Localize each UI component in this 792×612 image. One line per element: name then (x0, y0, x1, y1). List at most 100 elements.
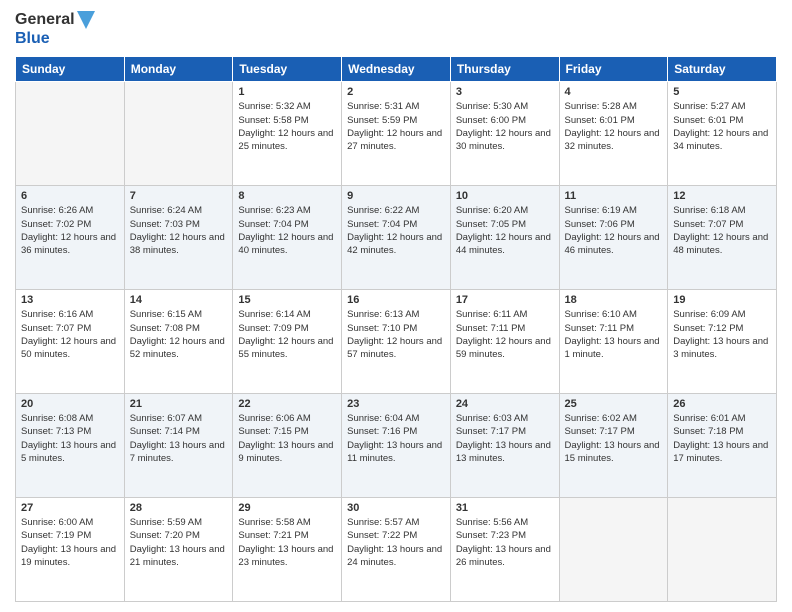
day-info: Sunrise: 5:30 AM Sunset: 6:00 PM Dayligh… (456, 100, 554, 153)
day-info: Sunrise: 5:31 AM Sunset: 5:59 PM Dayligh… (347, 100, 445, 153)
day-cell: 9 Sunrise: 6:22 AM Sunset: 7:04 PM Daylig… (342, 186, 451, 290)
day-number: 16 (347, 294, 445, 306)
day-info: Sunrise: 5:56 AM Sunset: 7:23 PM Dayligh… (456, 516, 554, 569)
day-cell: 14 Sunrise: 6:15 AM Sunset: 7:08 PM Dayli… (124, 290, 233, 394)
day-number: 25 (565, 398, 663, 410)
day-number: 22 (238, 398, 336, 410)
header-wednesday: Wednesday (342, 57, 451, 82)
logo-text: General Blue (15, 10, 95, 48)
day-info: Sunrise: 6:24 AM Sunset: 7:03 PM Dayligh… (130, 204, 228, 257)
day-info: Sunrise: 6:04 AM Sunset: 7:16 PM Dayligh… (347, 412, 445, 465)
day-info: Sunrise: 5:28 AM Sunset: 6:01 PM Dayligh… (565, 100, 663, 153)
header-monday: Monday (124, 57, 233, 82)
day-number: 13 (21, 294, 119, 306)
day-number: 31 (456, 502, 554, 514)
day-cell: 21 Sunrise: 6:07 AM Sunset: 7:14 PM Dayli… (124, 394, 233, 498)
day-info: Sunrise: 6:18 AM Sunset: 7:07 PM Dayligh… (673, 204, 771, 257)
day-cell: 1 Sunrise: 5:32 AM Sunset: 5:58 PM Daylig… (233, 82, 342, 186)
day-info: Sunrise: 6:14 AM Sunset: 7:09 PM Dayligh… (238, 308, 336, 361)
day-cell: 20 Sunrise: 6:08 AM Sunset: 7:13 PM Dayli… (16, 394, 125, 498)
day-cell: 2Sunrise: 5:31 AM Sunset: 5:59 PM Daylig… (342, 82, 451, 186)
day-number: 19 (673, 294, 771, 306)
day-info: Sunrise: 6:23 AM Sunset: 7:04 PM Dayligh… (238, 204, 336, 257)
day-cell: 19Sunrise: 6:09 AM Sunset: 7:12 PM Dayli… (668, 290, 777, 394)
day-number: 20 (21, 398, 119, 410)
day-cell: 15 Sunrise: 6:14 AM Sunset: 7:09 PM Dayli… (233, 290, 342, 394)
day-info: Sunrise: 6:06 AM Sunset: 7:15 PM Dayligh… (238, 412, 336, 465)
day-cell (16, 82, 125, 186)
day-cell: 30 Sunrise: 5:57 AM Sunset: 7:22 PM Dayli… (342, 498, 451, 602)
day-cell: 28 Sunrise: 5:59 AM Sunset: 7:20 PM Dayli… (124, 498, 233, 602)
day-info: Sunrise: 6:01 AM Sunset: 7:18 PM Dayligh… (673, 412, 771, 465)
day-cell: 4 Sunrise: 5:28 AM Sunset: 6:01 PM Daylig… (559, 82, 668, 186)
header-tuesday: Tuesday (233, 57, 342, 82)
day-info: Sunrise: 5:32 AM Sunset: 5:58 PM Dayligh… (238, 100, 336, 153)
day-info: Sunrise: 6:02 AM Sunset: 7:17 PM Dayligh… (565, 412, 663, 465)
day-info: Sunrise: 6:13 AM Sunset: 7:10 PM Dayligh… (347, 308, 445, 361)
week-row-2: 6 Sunrise: 6:26 AM Sunset: 7:02 PM Daylig… (16, 186, 777, 290)
day-cell: 7 Sunrise: 6:24 AM Sunset: 7:03 PM Daylig… (124, 186, 233, 290)
day-number: 29 (238, 502, 336, 514)
day-number: 8 (238, 190, 336, 202)
day-info: Sunrise: 6:22 AM Sunset: 7:04 PM Dayligh… (347, 204, 445, 257)
day-cell: 16 Sunrise: 6:13 AM Sunset: 7:10 PM Dayli… (342, 290, 451, 394)
day-info: Sunrise: 5:57 AM Sunset: 7:22 PM Dayligh… (347, 516, 445, 569)
day-number: 10 (456, 190, 554, 202)
header: General Blue (15, 10, 777, 48)
day-cell: 6 Sunrise: 6:26 AM Sunset: 7:02 PM Daylig… (16, 186, 125, 290)
day-number: 4 (565, 86, 663, 98)
day-cell: 13Sunrise: 6:16 AM Sunset: 7:07 PM Dayli… (16, 290, 125, 394)
day-number: 9 (347, 190, 445, 202)
logo-triangle-icon (77, 11, 95, 29)
day-number: 12 (673, 190, 771, 202)
day-number: 24 (456, 398, 554, 410)
day-cell: 11 Sunrise: 6:19 AM Sunset: 7:06 PM Dayli… (559, 186, 668, 290)
day-info: Sunrise: 6:08 AM Sunset: 7:13 PM Dayligh… (21, 412, 119, 465)
day-info: Sunrise: 6:10 AM Sunset: 7:11 PM Dayligh… (565, 308, 663, 361)
day-number: 11 (565, 190, 663, 202)
day-cell: 31 Sunrise: 5:56 AM Sunset: 7:23 PM Dayli… (450, 498, 559, 602)
day-cell (559, 498, 668, 602)
day-info: Sunrise: 6:19 AM Sunset: 7:06 PM Dayligh… (565, 204, 663, 257)
day-number: 7 (130, 190, 228, 202)
day-info: Sunrise: 6:07 AM Sunset: 7:14 PM Dayligh… (130, 412, 228, 465)
day-cell: 25 Sunrise: 6:02 AM Sunset: 7:17 PM Dayli… (559, 394, 668, 498)
day-cell: 29Sunrise: 5:58 AM Sunset: 7:21 PM Dayli… (233, 498, 342, 602)
day-cell: 26Sunrise: 6:01 AM Sunset: 7:18 PM Dayli… (668, 394, 777, 498)
day-number: 6 (21, 190, 119, 202)
logo: General Blue (15, 10, 95, 48)
day-cell: 12 Sunrise: 6:18 AM Sunset: 7:07 PM Dayli… (668, 186, 777, 290)
day-cell: 23 Sunrise: 6:04 AM Sunset: 7:16 PM Dayli… (342, 394, 451, 498)
day-cell: 10 Sunrise: 6:20 AM Sunset: 7:05 PM Dayli… (450, 186, 559, 290)
day-number: 21 (130, 398, 228, 410)
calendar-table: SundayMondayTuesdayWednesdayThursdayFrid… (15, 56, 777, 602)
header-saturday: Saturday (668, 57, 777, 82)
header-row: SundayMondayTuesdayWednesdayThursdayFrid… (16, 57, 777, 82)
day-number: 23 (347, 398, 445, 410)
page: General Blue SundayMondayTuesdayWednesda… (0, 0, 792, 612)
day-info: Sunrise: 6:03 AM Sunset: 7:17 PM Dayligh… (456, 412, 554, 465)
day-info: Sunrise: 6:11 AM Sunset: 7:11 PM Dayligh… (456, 308, 554, 361)
header-thursday: Thursday (450, 57, 559, 82)
day-cell (124, 82, 233, 186)
day-info: Sunrise: 6:20 AM Sunset: 7:05 PM Dayligh… (456, 204, 554, 257)
day-info: Sunrise: 5:59 AM Sunset: 7:20 PM Dayligh… (130, 516, 228, 569)
day-info: Sunrise: 6:15 AM Sunset: 7:08 PM Dayligh… (130, 308, 228, 361)
day-number: 5 (673, 86, 771, 98)
week-row-1: 1 Sunrise: 5:32 AM Sunset: 5:58 PM Daylig… (16, 82, 777, 186)
week-row-4: 20 Sunrise: 6:08 AM Sunset: 7:13 PM Dayli… (16, 394, 777, 498)
day-cell: 27Sunrise: 6:00 AM Sunset: 7:19 PM Dayli… (16, 498, 125, 602)
week-row-5: 27Sunrise: 6:00 AM Sunset: 7:19 PM Dayli… (16, 498, 777, 602)
day-number: 14 (130, 294, 228, 306)
day-number: 15 (238, 294, 336, 306)
day-info: Sunrise: 5:27 AM Sunset: 6:01 PM Dayligh… (673, 100, 771, 153)
day-number: 30 (347, 502, 445, 514)
day-number: 1 (238, 86, 336, 98)
day-info: Sunrise: 6:26 AM Sunset: 7:02 PM Dayligh… (21, 204, 119, 257)
day-number: 28 (130, 502, 228, 514)
day-cell: 22 Sunrise: 6:06 AM Sunset: 7:15 PM Dayli… (233, 394, 342, 498)
header-friday: Friday (559, 57, 668, 82)
day-number: 27 (21, 502, 119, 514)
day-number: 3 (456, 86, 554, 98)
day-cell (668, 498, 777, 602)
